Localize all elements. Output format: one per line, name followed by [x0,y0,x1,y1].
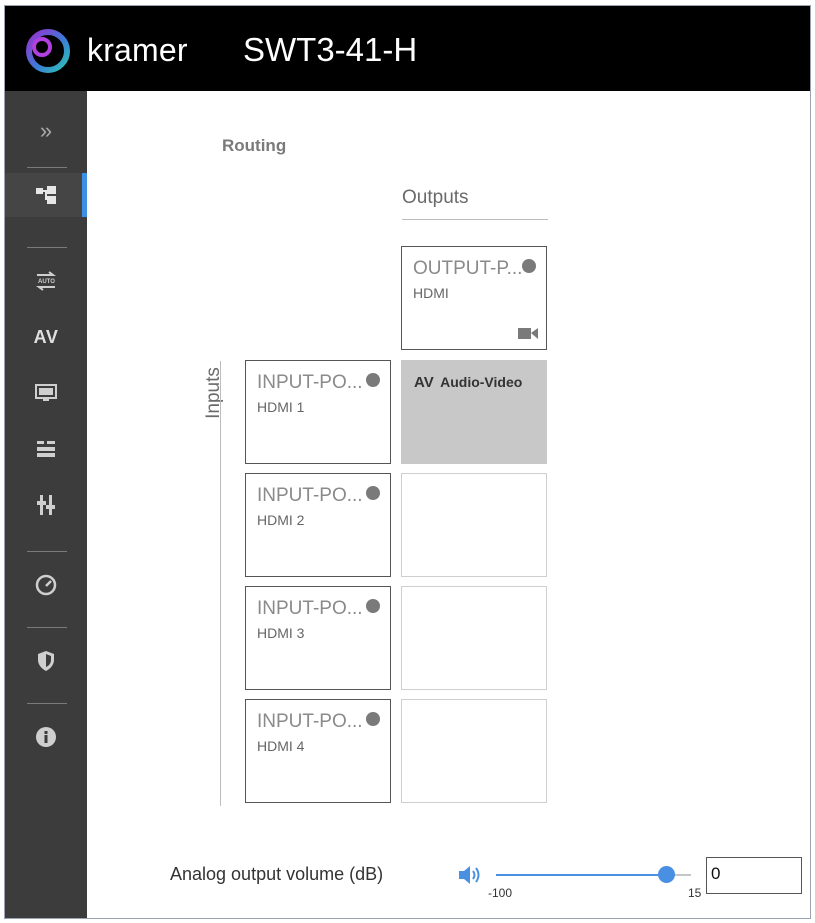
input-port-1[interactable]: INPUT-PO... HDMI 1 [245,360,391,464]
audio-mixer-icon [37,495,55,515]
output-port[interactable]: OUTPUT-P... HDMI [401,246,547,350]
route-label: AV Audio-Video [414,374,522,391]
port-type: HDMI [413,285,449,301]
sidebar-item-audio[interactable] [5,483,87,527]
device-settings-icon [37,441,55,457]
device-name: SWT3-41-H [243,31,418,68]
security-shield-icon [38,651,54,671]
sidebar-divider [27,551,67,552]
crosspoint-cell-4[interactable] [401,699,547,803]
info-icon [36,727,56,747]
volume-min-label: -100 [488,886,513,900]
port-type: HDMI 4 [257,738,305,754]
crosspoint-cell-2[interactable] [401,473,547,577]
sidebar-item-info[interactable] [5,715,87,759]
svg-text:AUTO: AUTO [38,279,55,285]
input-port-2[interactable]: INPUT-PO... HDMI 2 [245,473,391,577]
sidebar-divider [27,627,67,628]
status-dot-icon [366,486,380,500]
port-type: HDMI 1 [257,399,305,415]
volume-max-label: 15 [688,886,702,900]
sidebar-item-status[interactable] [5,563,87,607]
av-badge: AV [414,374,434,391]
port-type: HDMI 3 [257,625,305,641]
sidebar-item-edid[interactable] [5,371,87,415]
speaker-icon[interactable] [457,864,483,886]
sidebar-divider [27,167,67,168]
port-type: HDMI 2 [257,512,305,528]
sidebar-item-security[interactable] [5,639,87,683]
sidebar-expand[interactable]: » [5,109,87,153]
inputs-label: Inputs [203,367,224,419]
port-name: OUTPUT-P... [413,258,521,279]
page-title: Routing [222,136,287,155]
volume-slider-thumb[interactable] [658,866,675,883]
sidebar-item-auto-switch[interactable]: AUTO [5,259,87,303]
gauge-icon [35,574,57,596]
port-name: INPUT-PO... [257,485,363,506]
port-name: INPUT-PO... [257,598,363,619]
route-type: Audio-Video [440,374,523,390]
expand-chevrons-icon: » [39,118,53,143]
video-camera-icon [518,328,538,339]
kramer-logo-icon [26,29,70,73]
status-dot-icon [366,599,380,613]
status-dot-icon [366,373,380,387]
edid-icon [35,384,57,401]
app-header: kramer SWT3-41-H [5,6,810,91]
volume-input[interactable]: 0 [706,857,802,894]
sidebar-item-device-settings[interactable] [5,427,87,471]
status-dot-icon [366,712,380,726]
outputs-divider [402,219,548,220]
app-window: kramer SWT3-41-H » AUTO AV Routing Outpu… [4,5,811,919]
sidebar-divider [27,703,67,704]
port-name: INPUT-PO... [257,711,363,732]
sidebar: » AUTO AV [5,91,87,918]
crosspoint-cell-1[interactable]: AV Audio-Video [401,360,547,464]
inputs-divider [220,361,221,806]
routing-icon [36,186,56,204]
input-port-4[interactable]: INPUT-PO... HDMI 4 [245,699,391,803]
input-port-3[interactable]: INPUT-PO... HDMI 3 [245,586,391,690]
sidebar-item-av[interactable]: AV [5,315,87,359]
sidebar-divider [27,247,67,248]
auto-switch-icon: AUTO [36,271,56,291]
port-name: INPUT-PO... [257,372,363,393]
crosspoint-cell-3[interactable] [401,586,547,690]
volume-label: Analog output volume (dB) [170,864,384,884]
av-text-icon: AV [33,326,59,347]
brand-name: kramer [87,32,188,68]
sidebar-item-routing[interactable] [5,173,87,217]
outputs-label: Outputs [402,187,469,208]
status-dot-icon [522,259,536,273]
